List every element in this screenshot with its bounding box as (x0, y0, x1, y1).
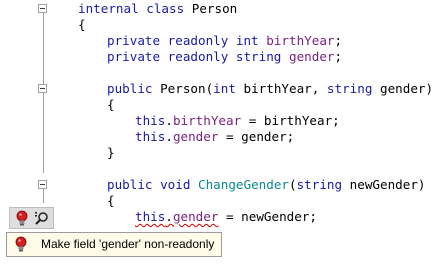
collapse-icon[interactable] (38, 4, 47, 13)
error-squiggle[interactable]: this.gender (135, 209, 218, 224)
code-line-ctor-open-brace: { (107, 97, 115, 112)
code-line-class-decl: internal class Person (78, 1, 238, 16)
code-line-ctor-close-brace: } (107, 145, 115, 160)
fold-guide-method (43, 189, 44, 203)
code-line-field-birthyear: private readonly int birthYear; (107, 33, 343, 48)
quickfix-option-make-non-readonly[interactable]: Make field 'gender' non-readonly (41, 233, 214, 256)
quickfix-popup[interactable]: Make field 'gender' non-readonly (6, 232, 222, 257)
code-line-method-open-brace: { (107, 193, 115, 208)
collapse-icon[interactable] (38, 180, 47, 189)
inspect-magnifier-icon[interactable] (34, 211, 48, 227)
code-line-assign-birthyear: this.birthYear = birthYear; (135, 113, 340, 128)
code-line-constructor-decl: public Person(int birthYear, string gend… (107, 81, 434, 96)
code-line-assign-gender: this.gender = gender; (135, 129, 295, 144)
code-line-error-assignment[interactable]: this.gender = newGender; (135, 209, 317, 225)
fold-guide-class (43, 13, 44, 85)
code-line-open-brace: { (78, 17, 86, 32)
quick-action-bar[interactable] (9, 207, 54, 229)
code-editor[interactable]: internal class Person { private readonly… (0, 0, 439, 267)
collapse-icon[interactable] (38, 84, 47, 93)
lightbulb-icon[interactable] (15, 210, 29, 226)
code-line-method-decl: public void ChangeGender(string newGende… (107, 177, 426, 192)
lightbulb-icon (14, 236, 28, 252)
fold-guide-constructor (43, 93, 44, 173)
code-line-field-gender: private readonly string gender; (107, 49, 343, 64)
